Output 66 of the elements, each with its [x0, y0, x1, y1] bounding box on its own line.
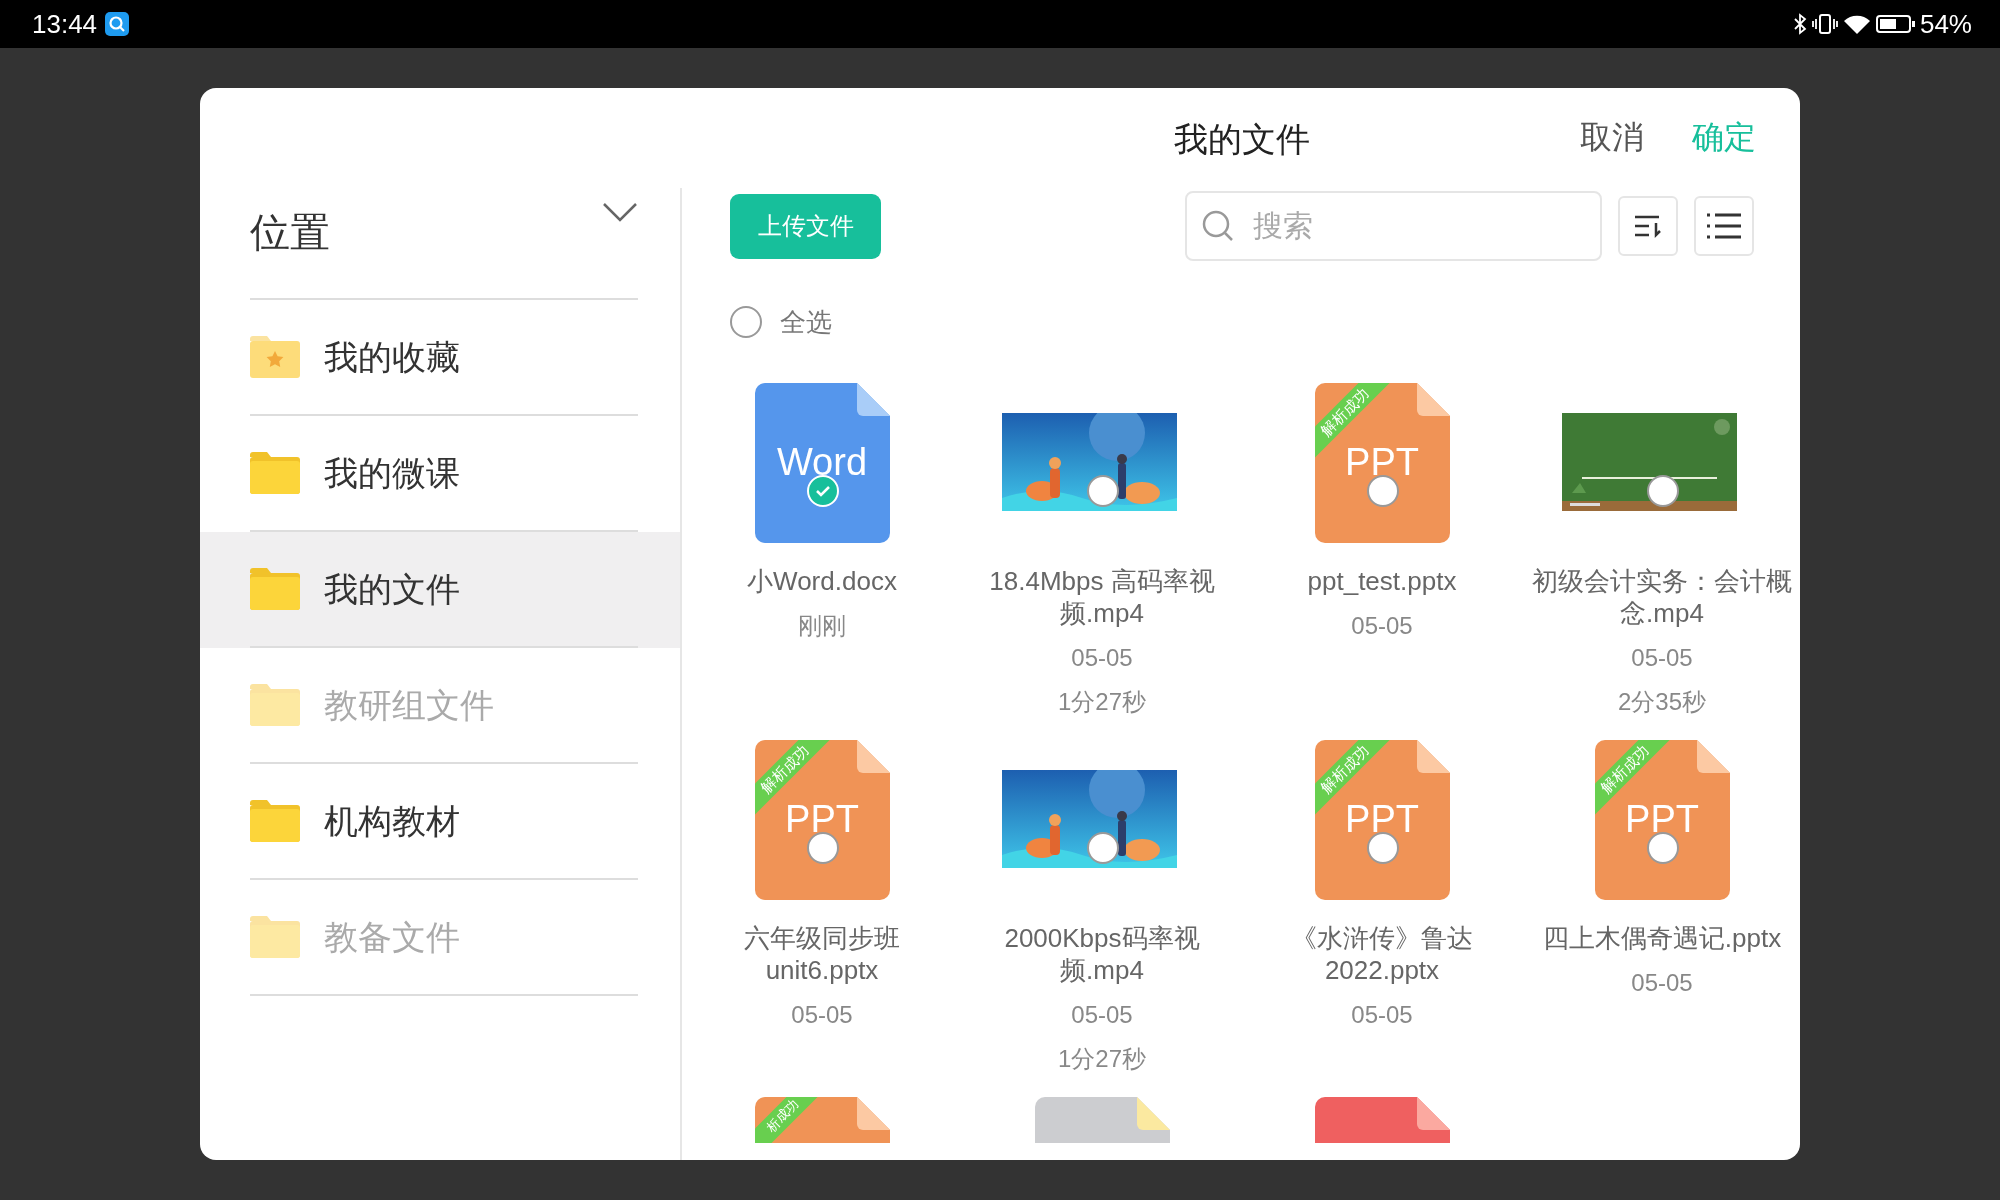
file-type-label: PPT — [1344, 443, 1420, 481]
file-date: 05-05 — [1071, 1000, 1133, 1030]
bluetooth-icon — [1791, 12, 1808, 36]
file-date: 刚刚 — [798, 611, 846, 641]
file-name: 《水浒传》鲁达2022.pptx — [1290, 922, 1474, 986]
file-date: 05-05 — [1631, 643, 1693, 673]
ribbon-label: 析成功 — [762, 1097, 803, 1137]
video-duration: 1分27秒 — [1057, 1044, 1146, 1074]
battery-percent: 54% — [1919, 7, 1972, 41]
sort-button[interactable] — [1618, 196, 1678, 256]
select-all-label[interactable]: 全选 — [780, 302, 832, 342]
file-name: 四上木偶奇遇记.pptx — [1541, 922, 1783, 954]
search-field[interactable]: 搜索 — [1185, 191, 1602, 261]
list-icon — [1706, 212, 1742, 240]
star-folder-icon — [250, 336, 300, 378]
video-duration: 2分35秒 — [1617, 687, 1706, 717]
search-app-icon — [105, 12, 130, 36]
vibrate-icon — [1811, 12, 1838, 36]
folder-icon — [250, 568, 300, 610]
folder-icon — [250, 916, 300, 958]
file-name: 小Word.docx — [746, 565, 898, 597]
sidebar-item-label: 机构教材 — [324, 800, 460, 842]
folder-icon — [250, 800, 300, 842]
file-date: 05-05 — [791, 1000, 853, 1030]
sort-icon — [1633, 213, 1663, 239]
ppt-file-icon — [1314, 740, 1450, 900]
status-time: 13:44 — [32, 7, 98, 41]
file-name: 2000Kbps码率视频.mp4 — [1003, 922, 1201, 986]
ppt-file-icon — [1314, 383, 1450, 543]
word-file-icon — [754, 383, 890, 543]
chevron-down-icon[interactable] — [602, 202, 638, 222]
ribbon-label: 解析成功 — [1596, 741, 1653, 797]
file-type-label: PPT — [1624, 800, 1700, 838]
sidebar-item-label: 我的文件 — [324, 568, 460, 610]
sidebar-item[interactable]: 我的收藏 — [200, 300, 680, 416]
sidebar-item-label: 教研组文件 — [324, 684, 494, 726]
cancel-button[interactable]: 取消 — [1580, 113, 1644, 161]
ribbon-label: 解析成功 — [756, 741, 813, 797]
file-type-label: PPT — [784, 800, 860, 838]
dialog-title: 我的文件 — [1174, 120, 1310, 158]
ribbon-label: 解析成功 — [1316, 741, 1373, 797]
sidebar-heading: 位置 — [250, 209, 330, 256]
file-date: 05-05 — [1351, 1000, 1413, 1030]
list-view-button[interactable] — [1694, 196, 1754, 256]
folder-icon — [250, 684, 300, 726]
file-name: ppt_test.pptx — [1306, 565, 1458, 597]
video-duration: 1分27秒 — [1057, 687, 1146, 717]
sidebar-item-label: 教备文件 — [324, 916, 460, 958]
file-type-label: Word — [775, 443, 869, 481]
folder-icon — [250, 452, 300, 494]
file-name: 初级会计实务：会计概念.mp4 — [1531, 565, 1793, 629]
sidebar-item[interactable]: 我的文件 — [200, 532, 680, 648]
sidebar-item-label: 我的微课 — [324, 452, 460, 494]
sidebar-item-label: 我的收藏 — [324, 336, 460, 378]
battery-icon — [1875, 12, 1916, 36]
sidebar-item[interactable]: 机构教材 — [200, 764, 680, 880]
file-type-label: PPT — [1344, 800, 1420, 838]
ribbon-label: 解析成功 — [1316, 384, 1373, 440]
ppt-file-icon — [754, 740, 890, 900]
file-date: 05-05 — [1631, 968, 1693, 998]
file-date: 05-05 — [1351, 611, 1413, 641]
file-date: 05-05 — [1071, 643, 1133, 673]
select-all-radio[interactable] — [730, 306, 762, 338]
file-name: 18.4Mbps 高码率视频.mp4 — [988, 565, 1216, 629]
file-name: 六年级同步班unit6.pptx — [743, 922, 901, 986]
ppt-file-icon — [1594, 740, 1730, 900]
